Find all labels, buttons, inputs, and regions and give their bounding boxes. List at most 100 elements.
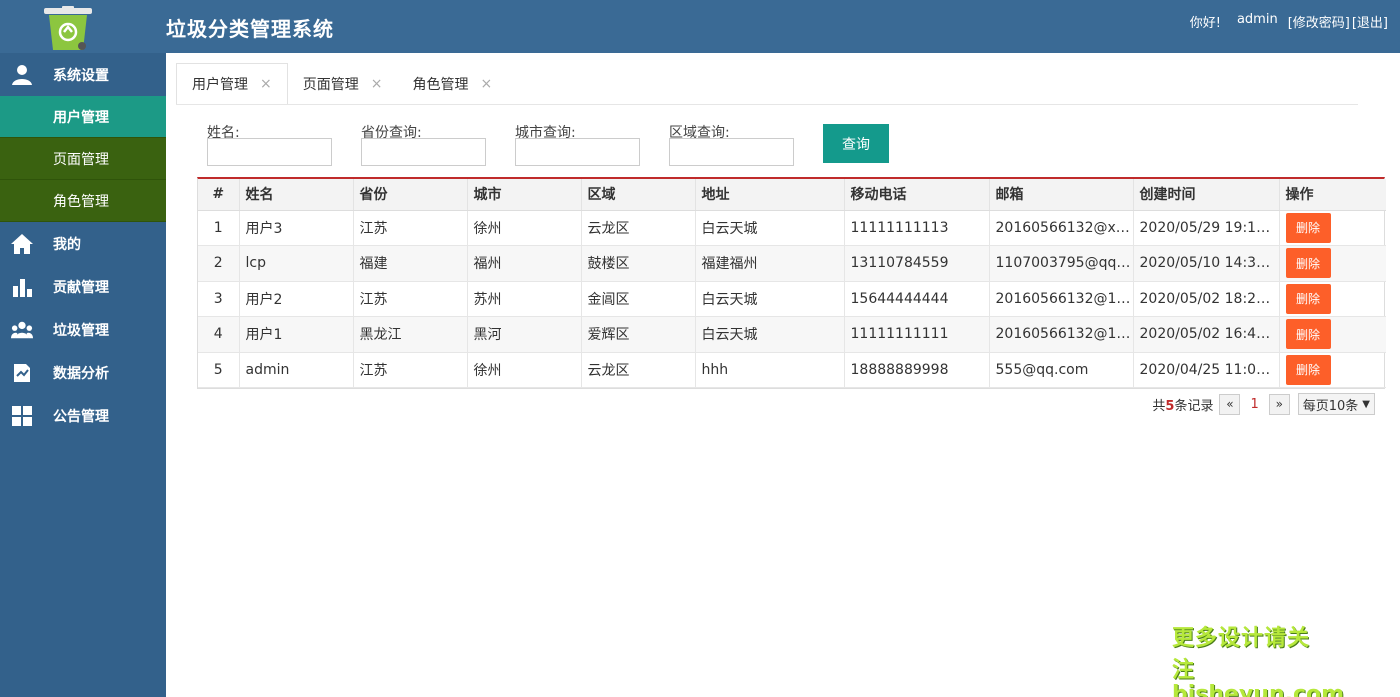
sidebar-item-label: 公告管理 (53, 408, 109, 425)
sidebar-item-garbage[interactable]: 垃圾管理 (0, 308, 166, 351)
close-icon[interactable]: × (480, 76, 492, 92)
district-input[interactable] (669, 138, 794, 166)
table-cell: 18888889998 (844, 352, 990, 388)
query-button[interactable]: 查询 (823, 124, 889, 163)
close-icon[interactable]: × (260, 76, 272, 92)
table-cell: 用户3 (239, 210, 354, 246)
action-cell: 删除 (1279, 316, 1386, 353)
tab-user-management[interactable]: 用户管理 × (176, 63, 288, 105)
page-size-select[interactable]: 每页10条 ▼ (1297, 393, 1375, 415)
table-cell: 11111111111 (844, 316, 990, 353)
page-size-value: 每页10条 (1302, 398, 1359, 414)
sidebar: 系统设置 用户管理 页面管理 角色管理 我的 贡献管理 垃圾管理 数据分析 公告… (0, 53, 166, 697)
table-cell: 福州 (467, 245, 582, 282)
tab-page-management[interactable]: 页面管理 × (288, 63, 398, 105)
city-input[interactable] (515, 138, 640, 166)
user-icon (11, 64, 33, 86)
table-cell: 20160566132@11... (989, 281, 1134, 317)
next-page-button[interactable]: » (1268, 393, 1290, 415)
record-count: 共5条记录 (1152, 395, 1213, 414)
delete-button[interactable]: 删除 (1285, 354, 1331, 385)
table-row: 1 用户3 江苏 徐州 云龙区 白云天城 11111111113 20160566132@xz… (198, 210, 1386, 246)
current-page[interactable]: 1 (1250, 397, 1258, 412)
tab-label: 用户管理 (192, 77, 248, 93)
grid-icon (11, 405, 33, 427)
prev-page-button[interactable]: « (1219, 393, 1241, 415)
sidebar-item-label: 垃圾管理 (53, 322, 109, 339)
table-cell: 20160566132@11... (989, 316, 1134, 353)
delete-button[interactable]: 删除 (1285, 283, 1331, 314)
table-cell: 2020/05/29 19:12:47 (1133, 210, 1280, 246)
sidebar-item-label: 系统设置 (53, 67, 109, 84)
watermark-line2: bisheyun.com (1172, 682, 1345, 697)
table-cell: 2020/04/25 11:07:11 (1133, 352, 1280, 388)
name-input[interactable] (207, 138, 332, 166)
table-cell: 福建福州 (695, 245, 845, 282)
table-cell: 用户2 (239, 281, 354, 317)
table-cell: 白云天城 (695, 281, 845, 317)
group-icon (11, 319, 33, 341)
sidebar-item-data-analysis[interactable]: 数据分析 (0, 351, 166, 394)
table-cell: lcp (239, 245, 354, 282)
table-cell: 20160566132@xz... (989, 210, 1134, 246)
table-cell: 2020/05/02 18:22:24 (1133, 281, 1280, 317)
user-table: # 姓名 省份 城市 区域 地址 移动电话 邮箱 创建时间 操作 1 用户3 江苏徐… (197, 177, 1386, 389)
table-cell: 5 (198, 352, 240, 388)
watermark-line1: 更多设计请关注 (1172, 626, 1311, 683)
sidebar-item-mine[interactable]: 我的 (0, 222, 166, 265)
table-cell: 黑龙江 (353, 316, 468, 353)
column-header: 操作 (1279, 179, 1386, 211)
greeting-text: 你好! (1189, 16, 1221, 31)
delete-button[interactable]: 删除 (1285, 319, 1331, 350)
sidebar-item-label: 贡献管理 (53, 279, 109, 296)
count-suffix: 条记录 (1174, 398, 1214, 414)
column-header: 创建时间 (1133, 179, 1280, 211)
tab-divider (176, 104, 1358, 105)
table-cell: 11111111113 (844, 210, 990, 246)
column-header: 移动电话 (844, 179, 990, 211)
province-input[interactable] (361, 138, 486, 166)
delete-button[interactable]: 删除 (1285, 248, 1331, 279)
analysis-icon (11, 362, 33, 384)
sidebar-subitem-role-management[interactable]: 角色管理 (0, 180, 166, 222)
sidebar-subitem-page-management[interactable]: 页面管理 (0, 138, 166, 180)
change-password-link[interactable]: [修改密码] (1288, 12, 1350, 31)
sidebar-item-contribution[interactable]: 贡献管理 (0, 265, 166, 308)
username-text: admin (1236, 12, 1278, 27)
top-header: 垃圾分类管理系统 你好! admin [修改密码] [退出] (0, 0, 1400, 53)
user-area: 你好! admin [修改密码] [退出] (1190, 12, 1388, 31)
table-row: 2 lcp 福建 福州 鼓楼区 福建福州 13110784559 1107003795@qq.… (198, 245, 1386, 282)
table-cell: 江苏 (353, 281, 468, 317)
sidebar-item-announcement[interactable]: 公告管理 (0, 394, 166, 437)
delete-button[interactable]: 删除 (1285, 212, 1331, 243)
table-cell: 1107003795@qq.... (989, 245, 1134, 282)
table-row: 5 admin 江苏 徐州 云龙区 hhh 18888889998 555@qq.com 202… (198, 352, 1386, 388)
action-cell: 删除 (1279, 281, 1386, 317)
table-cell: 金阊区 (581, 281, 696, 317)
table-cell: 云龙区 (581, 352, 696, 388)
table-cell: 徐州 (467, 210, 582, 246)
logout-link[interactable]: [退出] (1352, 12, 1388, 31)
tab-role-management[interactable]: 角色管理 × (397, 63, 507, 105)
table-cell: 白云天城 (695, 210, 845, 246)
sidebar-item-label: 我的 (53, 236, 81, 253)
table-row: 4 用户1 黑龙江 黑河 爱辉区 白云天城 11111111111 20160566132@1… (198, 316, 1386, 353)
table-cell: 黑河 (467, 316, 582, 353)
watermark: 更多设计请关注 bisheyun.com (1172, 620, 1345, 697)
table-cell: 江苏 (353, 210, 468, 246)
sidebar-item-system-settings[interactable]: 系统设置 (0, 53, 166, 96)
action-cell: 删除 (1279, 352, 1386, 388)
column-header: # (198, 179, 240, 211)
table-cell: 13110784559 (844, 245, 990, 282)
close-icon[interactable]: × (371, 76, 383, 92)
column-header: 地址 (695, 179, 845, 211)
table-cell: 2020/05/02 16:49:52 (1133, 316, 1280, 353)
column-header: 城市 (467, 179, 582, 211)
table-cell: 1 (198, 210, 240, 246)
table-row: 3 用户2 江苏 苏州 金阊区 白云天城 15644444444 20160566132@11… (198, 281, 1386, 317)
pagination: 共5条记录 « 1 » 每页10条 ▼ (1152, 393, 1375, 415)
column-header: 区域 (581, 179, 696, 211)
sidebar-item-label: 数据分析 (53, 365, 109, 382)
sidebar-subitem-user-management[interactable]: 用户管理 (0, 96, 166, 138)
table-header-row: # 姓名 省份 城市 区域 地址 移动电话 邮箱 创建时间 操作 (198, 179, 1386, 211)
